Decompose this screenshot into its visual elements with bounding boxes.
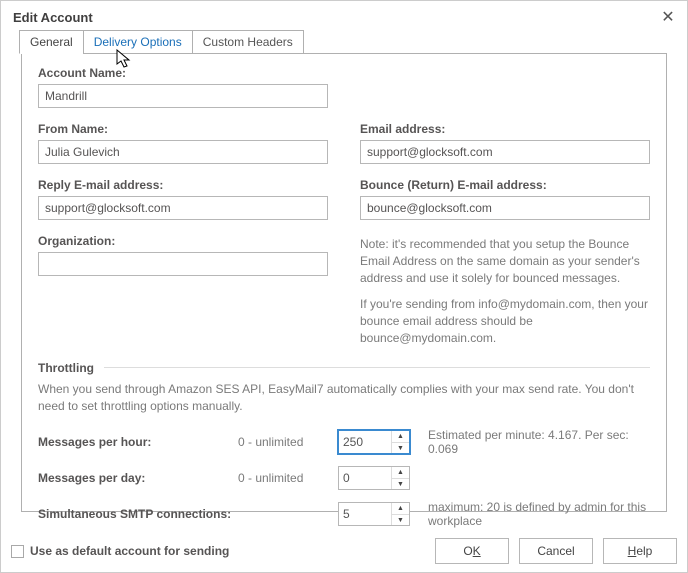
help-button[interactable]: Help xyxy=(603,538,677,564)
spinner-down-icon[interactable]: ▼ xyxy=(392,443,409,454)
note-bounce-reco: Note: it's recommended that you setup th… xyxy=(360,236,650,286)
hint-per-hour-est: Estimated per minute: 4.167. Per sec: 0.… xyxy=(418,428,650,456)
spinner-msg-per-hour[interactable]: ▲ ▼ xyxy=(338,430,410,454)
note-bounce-example: If you're sending from info@mydomain.com… xyxy=(360,296,650,346)
note-throttling-desc: When you send through Amazon SES API, Ea… xyxy=(38,381,650,415)
input-organization[interactable] xyxy=(38,252,328,276)
title-bar: Edit Account ✕ xyxy=(1,1,687,29)
checkbox-default-account[interactable]: Use as default account for sending xyxy=(11,544,229,558)
tab-panel-general: Account Name: From Name: Email address: … xyxy=(21,53,667,512)
dialog-footer: Use as default account for sending OK Ca… xyxy=(11,526,677,566)
label-account-name: Account Name: xyxy=(38,66,650,80)
label-smtp-connections: Simultaneous SMTP connections: xyxy=(38,507,338,521)
dialog-title: Edit Account xyxy=(13,10,93,25)
hint-smtp-max: maximum: 20 is defined by admin for this… xyxy=(418,500,650,528)
hint-unlimited-hour: 0 - unlimited xyxy=(238,435,338,449)
input-smtp-connections[interactable] xyxy=(339,503,391,525)
ok-button[interactable]: OK xyxy=(435,538,509,564)
spinner-msg-per-day[interactable]: ▲ ▼ xyxy=(338,466,410,490)
label-throttling-section: Throttling xyxy=(38,361,94,375)
label-msg-per-day: Messages per day: xyxy=(38,471,238,485)
input-account-name[interactable] xyxy=(38,84,328,108)
input-reply-email[interactable] xyxy=(38,196,328,220)
label-msg-per-hour: Messages per hour: xyxy=(38,435,238,449)
label-from-name: From Name: xyxy=(38,122,328,136)
spinner-up-icon[interactable]: ▲ xyxy=(392,467,409,479)
spinner-up-icon[interactable]: ▲ xyxy=(392,503,409,515)
tab-strip: General Delivery Options Custom Headers xyxy=(19,29,677,53)
input-bounce-email[interactable] xyxy=(360,196,650,220)
label-reply-email: Reply E-mail address: xyxy=(38,178,328,192)
spinner-smtp-connections[interactable]: ▲ ▼ xyxy=(338,502,410,526)
spinner-down-icon[interactable]: ▼ xyxy=(392,515,409,526)
tab-general[interactable]: General xyxy=(19,30,84,54)
label-organization: Organization: xyxy=(38,234,328,248)
label-bounce-email: Bounce (Return) E-mail address: xyxy=(360,178,650,192)
label-default-account: Use as default account for sending xyxy=(30,544,229,558)
spinner-up-icon[interactable]: ▲ xyxy=(392,431,409,443)
close-icon[interactable]: ✕ xyxy=(659,7,677,27)
tab-custom-headers[interactable]: Custom Headers xyxy=(192,30,304,54)
input-email-address[interactable] xyxy=(360,140,650,164)
input-msg-per-hour[interactable] xyxy=(339,431,391,453)
tab-delivery-options[interactable]: Delivery Options xyxy=(83,30,193,54)
input-from-name[interactable] xyxy=(38,140,328,164)
input-msg-per-day[interactable] xyxy=(339,467,391,489)
divider xyxy=(104,367,650,368)
hint-unlimited-day: 0 - unlimited xyxy=(238,471,338,485)
cancel-button[interactable]: Cancel xyxy=(519,538,593,564)
spinner-down-icon[interactable]: ▼ xyxy=(392,479,409,490)
edit-account-dialog: Edit Account ✕ General Delivery Options … xyxy=(0,0,688,573)
checkbox-icon[interactable] xyxy=(11,545,24,558)
label-email-address: Email address: xyxy=(360,122,650,136)
